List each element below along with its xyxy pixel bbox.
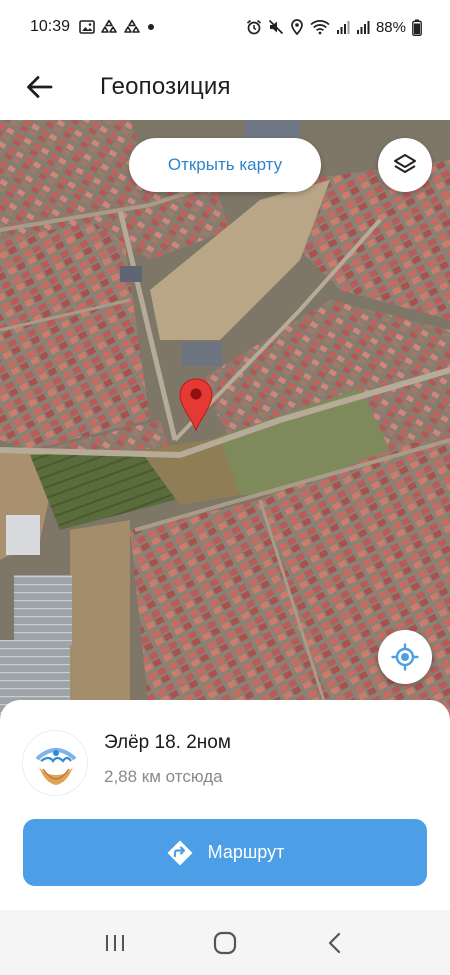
mute-icon — [268, 19, 284, 35]
alarm-icon — [246, 19, 262, 35]
satellite-map[interactable] — [0, 120, 450, 720]
back-icon — [328, 932, 341, 953]
recycle-icon — [101, 19, 117, 33]
open-map-button[interactable]: Открыть карту — [129, 138, 321, 192]
route-label: Маршрут — [207, 842, 285, 862]
back-button[interactable] — [8, 54, 70, 120]
gallery-icon — [79, 20, 95, 34]
location-icon — [291, 19, 303, 35]
recent-apps-button[interactable] — [85, 918, 145, 968]
status-bar: 10:39 88% — [0, 0, 450, 54]
wifi-icon — [310, 20, 330, 35]
home-icon — [213, 931, 237, 954]
place-distance: 2,88 км отсюда — [104, 767, 223, 786]
signal-icon — [336, 21, 350, 34]
battery-icon — [412, 19, 422, 36]
signal-icon — [356, 21, 370, 34]
map-imagery — [0, 120, 450, 720]
route-button[interactable]: Маршрут — [23, 819, 427, 886]
status-right: 88% — [246, 19, 422, 36]
my-location-icon — [391, 643, 419, 671]
arrow-left-icon — [27, 76, 53, 98]
status-left-icons — [79, 19, 156, 35]
layers-button[interactable] — [378, 138, 432, 192]
directions-icon — [166, 839, 194, 867]
page-title: Геопозиция — [100, 73, 231, 100]
status-time: 10:39 — [30, 18, 71, 35]
my-location-button[interactable] — [378, 630, 432, 684]
place-card: Элёр 18. 2ном 2,88 км отсюда Маршрут — [0, 700, 450, 910]
app-bar: Геопозиция — [0, 54, 450, 120]
recycle-icon — [124, 19, 140, 33]
avatar — [22, 730, 88, 796]
system-nav-bar — [0, 910, 450, 975]
place-name: Элёр 18. 2ном — [104, 732, 231, 753]
layers-icon — [394, 154, 416, 173]
dot-icon — [148, 24, 155, 30]
system-back-button[interactable] — [305, 918, 365, 968]
battery-percent: 88% — [375, 18, 406, 36]
home-button[interactable] — [195, 918, 255, 968]
recent-apps-icon — [106, 934, 124, 951]
avatar-logo — [23, 731, 87, 795]
map-pin-icon — [179, 378, 213, 432]
